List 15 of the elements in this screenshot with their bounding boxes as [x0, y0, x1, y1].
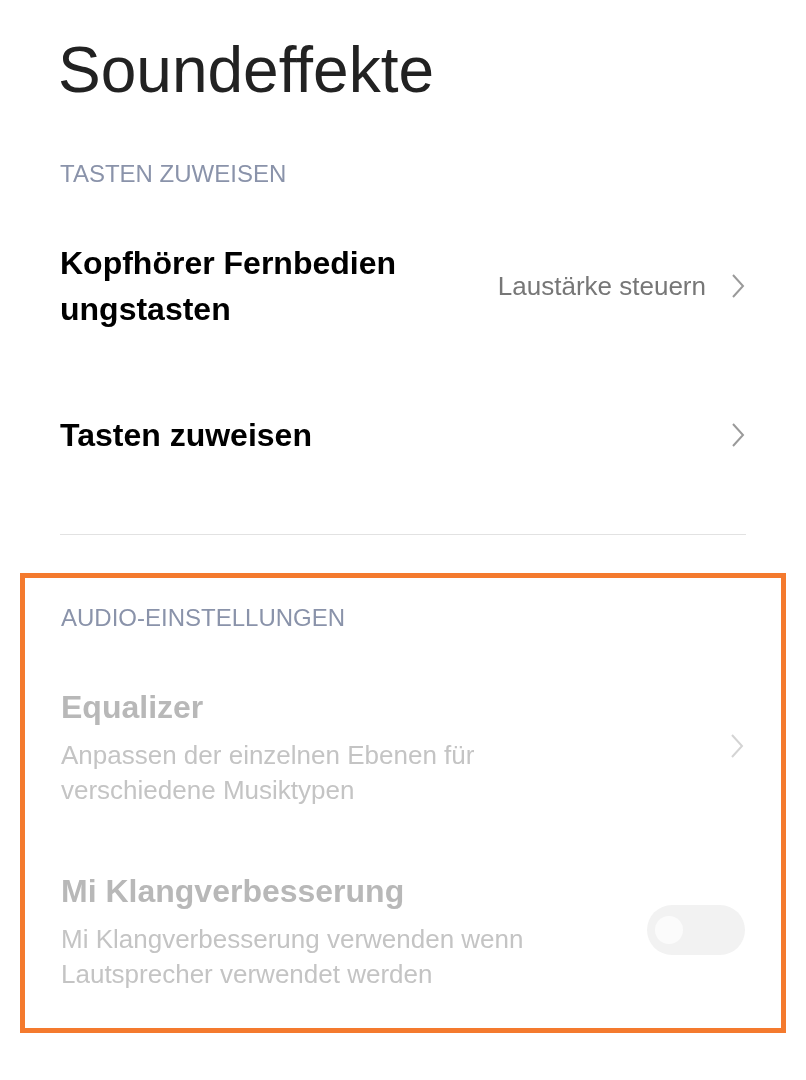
row-title: Tasten zuweisen: [60, 416, 313, 455]
section-header: TASTEN ZUWEISEN: [60, 159, 288, 189]
chevron-right-icon: [730, 272, 746, 300]
row-title: Kopfhörer Fernbedien ungstasten: [60, 244, 397, 329]
chevron-right-icon: [730, 421, 746, 449]
value-text: Laustärke steuern: [497, 269, 706, 303]
settings-row[interactable]: Kopfhörer Fernbedien ungstasten Laustärke steuern: [60, 220, 746, 352]
row-title: Equalizer: [61, 688, 205, 727]
row-description: Anpassen der einzelnen Ebenen für verschiedene Musiktypen: [61, 739, 476, 807]
chevron-right-icon: [729, 732, 745, 760]
row-title: Mi Klangverbesserung: [61, 872, 406, 911]
row-description: Mi Klangverbesserung verwenden wenn Lautsprecher verwendet werden: [61, 923, 525, 991]
page-title: Soundeffekte: [57, 34, 436, 106]
settings-row[interactable]: Tasten zuweisen: [60, 392, 746, 478]
section-header: AUDIO-EINSTELLUNGEN: [61, 603, 347, 633]
